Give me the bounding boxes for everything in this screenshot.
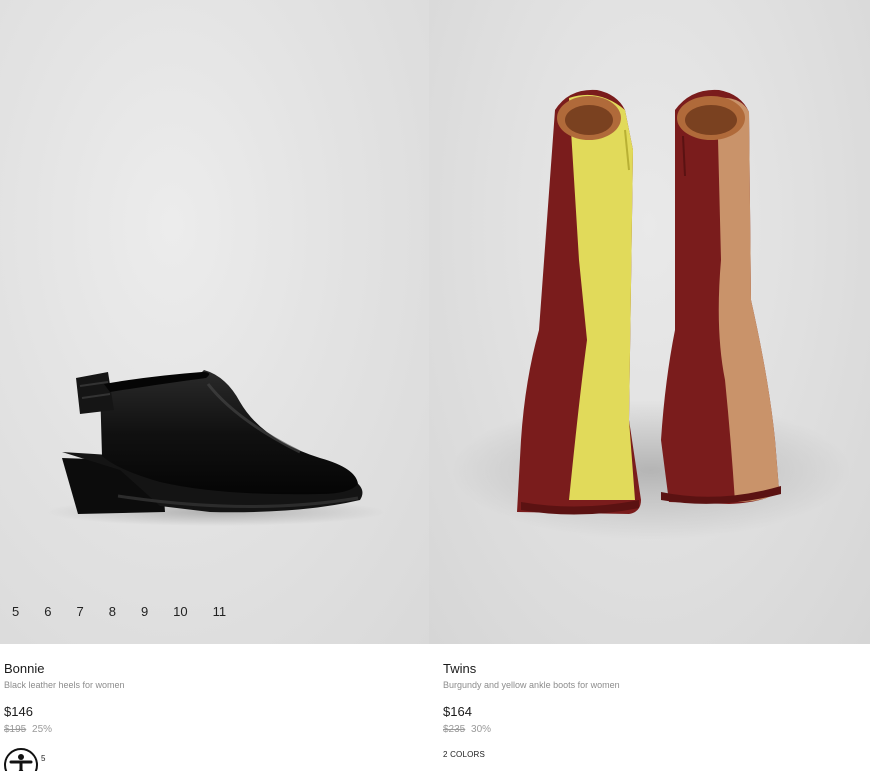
accessibility-icon[interactable] bbox=[4, 748, 38, 771]
product-description: Burgundy and yellow ankle boots for wome… bbox=[443, 680, 620, 690]
burgundy-yellow-ankle-boots-photo bbox=[451, 89, 851, 540]
product-image-twins[interactable] bbox=[429, 0, 870, 644]
discount-percent: 30% bbox=[471, 724, 492, 735]
size-option[interactable]: 9 bbox=[141, 604, 148, 619]
discount-percent: 25% bbox=[32, 724, 53, 735]
product-price: $146 bbox=[4, 704, 33, 719]
size-option[interactable]: 10 bbox=[173, 604, 187, 619]
size-option[interactable]: 11 bbox=[213, 604, 227, 619]
size-list: 5 6 7 8 9 10 11 bbox=[0, 600, 239, 622]
product-card-bonnie[interactable]: 5 6 7 8 9 10 11 Bonnie Black leather hee… bbox=[0, 0, 430, 771]
product-price: $164 bbox=[443, 704, 472, 719]
product-description: Black leather heels for women bbox=[4, 680, 125, 690]
product-card-twins[interactable]: Twins Burgundy and yellow ankle boots fo… bbox=[429, 0, 870, 771]
size-option[interactable]: 7 bbox=[76, 604, 83, 619]
product-image-bonnie[interactable]: 5 6 7 8 9 10 11 bbox=[0, 0, 430, 644]
product-grid: 5 6 7 8 9 10 11 Bonnie Black leather hee… bbox=[0, 0, 870, 771]
product-info: Bonnie Black leather heels for women $14… bbox=[4, 660, 424, 737]
accessibility-person-icon bbox=[9, 754, 33, 771]
size-option[interactable]: 5 bbox=[12, 604, 19, 619]
size-option[interactable]: 8 bbox=[109, 604, 116, 619]
color-count[interactable]: 2 COLORS bbox=[443, 750, 863, 759]
original-price: $235 bbox=[443, 724, 466, 735]
product-name[interactable]: Twins bbox=[443, 660, 863, 678]
size-option[interactable]: 6 bbox=[44, 604, 51, 619]
price-discount-row: $235 30% bbox=[443, 722, 863, 737]
original-price: $195 bbox=[4, 724, 27, 735]
product-info: Twins Burgundy and yellow ankle boots fo… bbox=[443, 660, 863, 759]
black-slingback-heel-photo bbox=[45, 370, 385, 526]
product-name[interactable]: Bonnie bbox=[4, 660, 424, 678]
accessibility-badge: 5 bbox=[41, 754, 46, 763]
price-discount-row: $195 25% bbox=[4, 722, 424, 737]
